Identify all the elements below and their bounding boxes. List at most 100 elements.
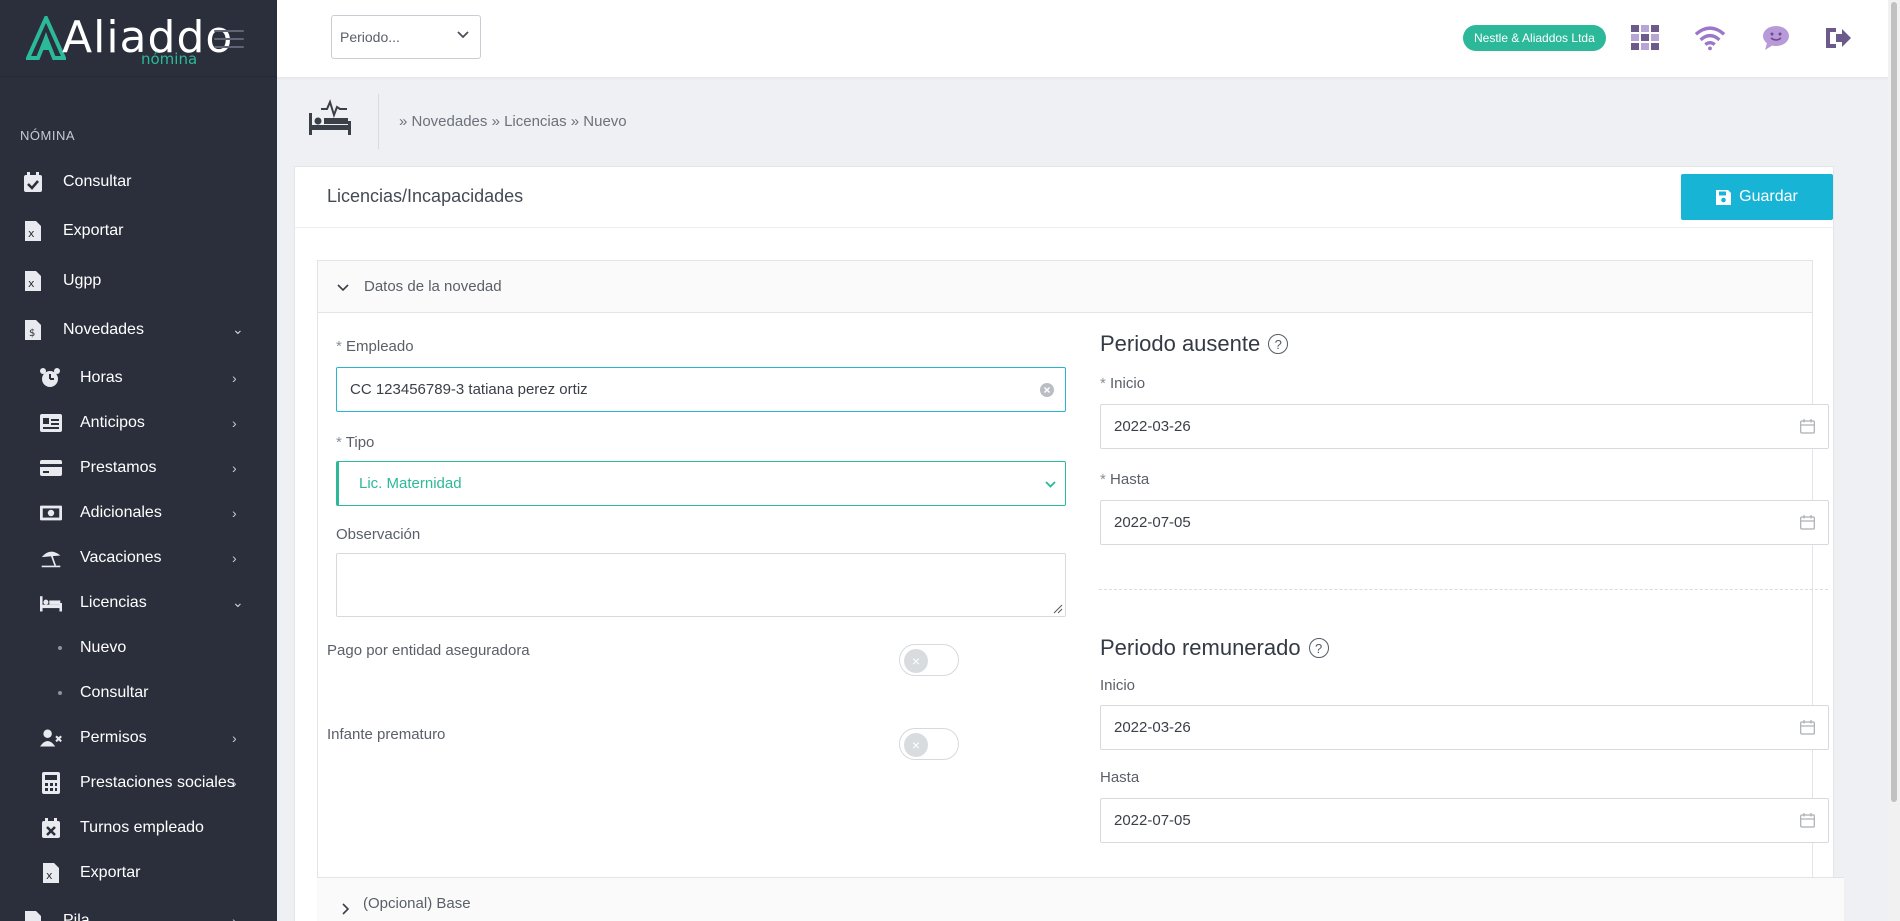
- sidebar-item-novedades[interactable]: $ Novedades ⌄: [0, 307, 277, 352]
- sidebar-item-exportar[interactable]: x Exportar: [0, 208, 277, 253]
- ausente-hasta-label: * Hasta: [1100, 471, 1150, 488]
- help-icon[interactable]: ?: [1268, 334, 1289, 354]
- svg-text:$: $: [29, 328, 35, 339]
- card-header: Licencias/Incapacidades Guardar: [295, 167, 1833, 228]
- id-card-icon: [40, 412, 62, 434]
- sidebar-item-label: Ugpp: [63, 271, 102, 289]
- sidebar-item-licencias[interactable]: Licencias ⌄: [0, 580, 277, 625]
- panel-title: Datos de la novedad: [364, 278, 502, 295]
- remunerado-inicio-field[interactable]: 2022-03-26: [1100, 705, 1829, 750]
- remunerado-hasta-label: Hasta: [1100, 769, 1140, 786]
- tipo-value: Lic. Maternidad: [359, 475, 462, 492]
- sidebar-item-exportar-2[interactable]: x Exportar: [0, 850, 277, 895]
- panel-opcional-base[interactable]: (Opcional) Base: [317, 877, 1844, 921]
- empleado-field[interactable]: CC 123456789-3 tatiana perez ortiz: [336, 367, 1066, 412]
- calendar-icon[interactable]: [1800, 720, 1815, 735]
- panel-title: (Opcional) Base: [363, 895, 471, 912]
- chevron-down-icon: [457, 31, 469, 39]
- periodo-ausente-title: Periodo ausente ?: [1100, 331, 1289, 357]
- chat-smile-icon[interactable]: [1760, 22, 1792, 54]
- beach-umbrella-icon: [40, 547, 62, 569]
- sidebar-item-label: Horas: [80, 368, 123, 386]
- calculator-icon: [40, 771, 62, 794]
- chevron-right-icon: ›: [232, 549, 237, 566]
- clear-icon[interactable]: [1040, 383, 1054, 397]
- sidebar-item-label: Prestamos: [80, 458, 157, 476]
- sidebar-item-label: Consultar: [63, 172, 132, 190]
- periodo-remunerado-title: Periodo remunerado ?: [1100, 635, 1329, 661]
- sidebar-item-prestamos[interactable]: Prestamos ›: [0, 445, 277, 490]
- top-bar: Periodo... Nestle & Aliaddos Ltda: [277, 0, 1900, 77]
- ausente-hasta-field[interactable]: 2022-07-05: [1100, 500, 1829, 545]
- remunerado-hasta-field[interactable]: 2022-07-05: [1100, 798, 1829, 843]
- pago-entidad-label: Pago por entidad aseguradora: [327, 642, 530, 659]
- sidebar-item-label: Pila: [63, 911, 90, 921]
- sidebar-item-label: Turnos empleado: [80, 818, 204, 836]
- infante-prematuro-toggle[interactable]: ×: [899, 728, 959, 760]
- logo[interactable]: Aliaddo nómina: [0, 0, 277, 77]
- sidebar-item-prestaciones-sociales[interactable]: Prestaciones sociales ›: [0, 760, 277, 805]
- chevron-right-icon: ›: [232, 504, 237, 521]
- bed-heartbeat-icon: [309, 99, 351, 135]
- company-badge[interactable]: Nestle & Aliaddos Ltda: [1463, 25, 1606, 51]
- sidebar-item-vacaciones[interactable]: Vacaciones ›: [0, 535, 277, 580]
- cash-icon: [40, 502, 62, 524]
- scrollbar[interactable]: [1888, 0, 1900, 921]
- remunerado-hasta-value: 2022-07-05: [1114, 812, 1191, 829]
- scrollbar-thumb[interactable]: [1891, 2, 1897, 802]
- toggle-off-icon: ×: [904, 733, 928, 757]
- sidebar-item-anticipos[interactable]: Anticipos ›: [0, 400, 277, 445]
- save-button[interactable]: Guardar: [1681, 174, 1833, 220]
- sidebar-item-label: Exportar: [63, 221, 124, 239]
- tipo-label: * Tipo: [336, 434, 375, 451]
- ausente-inicio-value: 2022-03-26: [1114, 418, 1191, 435]
- floppy-disk-icon: [1716, 189, 1732, 205]
- observacion-textarea[interactable]: [336, 553, 1066, 617]
- apps-grid-icon[interactable]: [1629, 22, 1661, 54]
- sidebar-subitem-consultar[interactable]: Consultar: [0, 670, 277, 715]
- svg-text:x: x: [46, 869, 53, 882]
- help-icon[interactable]: ?: [1308, 638, 1329, 658]
- chevron-down-icon: [337, 284, 349, 292]
- sidebar-item-ugpp[interactable]: x Ugpp: [0, 258, 277, 303]
- chevron-right-icon: ›: [232, 369, 237, 386]
- tipo-select[interactable]: Lic. Maternidad: [336, 461, 1066, 506]
- logo-subtitle: nómina: [141, 50, 198, 68]
- svg-text:x: x: [28, 227, 35, 240]
- excel-file-icon: x: [22, 220, 44, 242]
- chevron-right-icon: ›: [232, 774, 237, 791]
- pago-entidad-toggle[interactable]: ×: [899, 644, 959, 676]
- sidebar-item-label: Adicionales: [80, 503, 162, 521]
- sidebar-item-label: Novedades: [63, 320, 144, 338]
- calendar-icon[interactable]: [1800, 515, 1815, 530]
- remunerado-inicio-value: 2022-03-26: [1114, 719, 1191, 736]
- resize-handle-icon[interactable]: [1053, 604, 1063, 614]
- money-file-icon: $: [22, 319, 44, 341]
- sidebar-item-label: Permisos: [80, 728, 147, 746]
- observacion-label: Observación: [336, 526, 421, 543]
- panel-header[interactable]: Datos de la novedad: [318, 261, 1812, 313]
- breadcrumb: » Novedades » Licencias » Nuevo: [399, 113, 627, 130]
- remunerado-inicio-label: Inicio: [1100, 677, 1136, 694]
- sidebar-subitem-nuevo[interactable]: Nuevo: [0, 625, 277, 670]
- sidebar-item-permisos[interactable]: Permisos ›: [0, 715, 277, 760]
- logout-icon[interactable]: [1822, 22, 1854, 54]
- excel-file-icon: x: [22, 270, 44, 292]
- toggle-off-icon: ×: [904, 649, 928, 673]
- menu-toggle-icon[interactable]: [214, 30, 244, 54]
- chevron-right-icon: [342, 903, 350, 915]
- ausente-inicio-field[interactable]: 2022-03-26: [1100, 404, 1829, 449]
- calendar-icon[interactable]: [1800, 419, 1815, 434]
- sidebar-item-horas[interactable]: Horas ›: [0, 355, 277, 400]
- chevron-right-icon: ›: [232, 459, 237, 476]
- sidebar-item-adicionales[interactable]: Adicionales ›: [0, 490, 277, 535]
- sidebar-item-turnos-empleado[interactable]: Turnos empleado: [0, 805, 277, 850]
- wifi-icon[interactable]: [1694, 22, 1726, 54]
- ausente-hasta-value: 2022-07-05: [1114, 514, 1191, 531]
- calendar-x-icon: [40, 817, 62, 839]
- calendar-icon[interactable]: [1800, 813, 1815, 828]
- sidebar-item-pila[interactable]: Pila ›: [0, 898, 277, 921]
- section-divider: [1099, 589, 1828, 590]
- period-select[interactable]: Periodo...: [331, 15, 481, 59]
- sidebar-item-consultar[interactable]: Consultar: [0, 159, 277, 204]
